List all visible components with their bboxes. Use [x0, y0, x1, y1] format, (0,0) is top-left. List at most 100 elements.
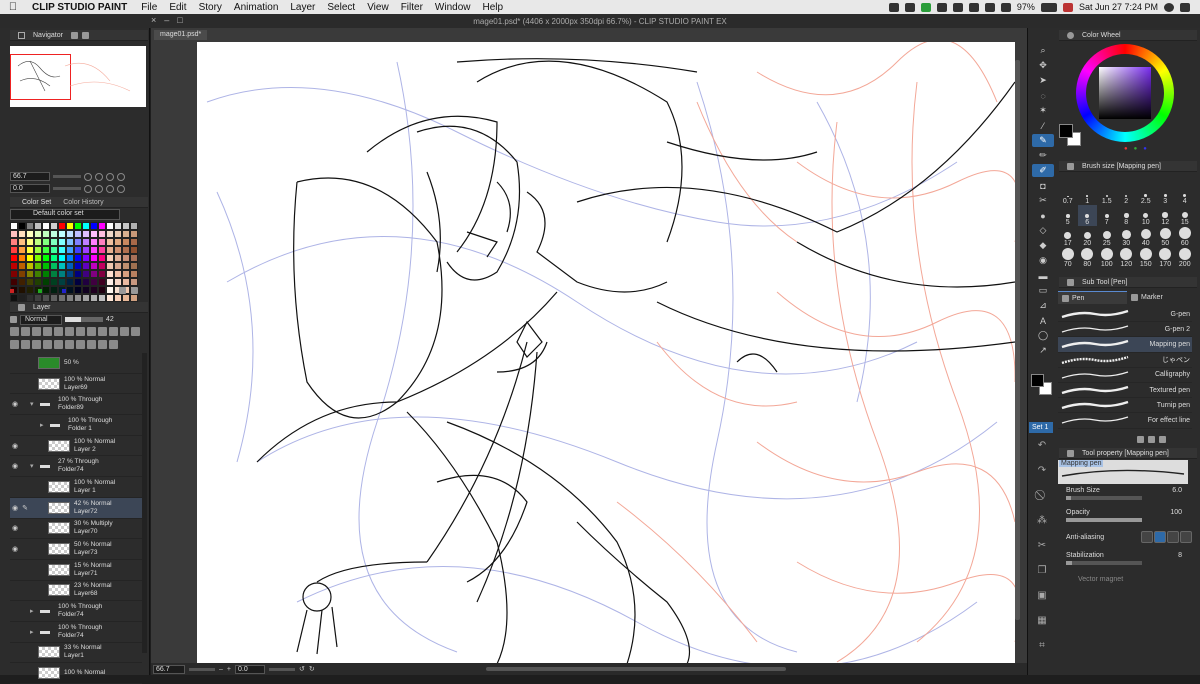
zoom-slider-bar[interactable]: [189, 667, 215, 671]
canvas-angle-field[interactable]: 0.0: [235, 664, 265, 674]
palette-swatch[interactable]: [106, 278, 114, 286]
palette-swatch[interactable]: [18, 222, 26, 230]
decoration-tool-icon[interactable]: ✂: [1032, 194, 1054, 207]
palette-swatch[interactable]: [98, 270, 106, 278]
palette-swatch[interactable]: [34, 254, 42, 262]
brush-size-option[interactable]: 200: [1175, 247, 1195, 268]
palette-swatch[interactable]: [18, 278, 26, 286]
palette-swatch[interactable]: [50, 262, 58, 270]
palette-swatch[interactable]: [106, 270, 114, 278]
tab-brush-size[interactable]: Brush size [Mapping pen]: [1078, 163, 1165, 170]
palette-swatch[interactable]: [58, 278, 66, 286]
new-sub-tool-icon[interactable]: [1148, 436, 1155, 443]
layer-row[interactable]: 23 % Normal Layer68: [10, 581, 142, 602]
sub-tool-item[interactable]: じゃペン: [1058, 353, 1192, 368]
eye-icon[interactable]: ◉: [10, 442, 20, 450]
layer-scrollbar[interactable]: [142, 353, 147, 653]
tab-pen[interactable]: Pen: [1058, 291, 1127, 304]
list-icon[interactable]: [120, 327, 129, 336]
sub-tool-item[interactable]: G-pen 2: [1058, 322, 1192, 338]
tab-color-set[interactable]: Color Set: [18, 199, 55, 206]
rotate-right-icon[interactable]: [95, 184, 103, 193]
layer-row[interactable]: ◉ ▾ ▬ 27 % Through Folder74: [10, 456, 142, 478]
tab-marker[interactable]: Marker: [1127, 291, 1196, 304]
palette-swatch[interactable]: [82, 246, 90, 254]
palette-swatch[interactable]: [50, 278, 58, 286]
palette-swatch[interactable]: [10, 254, 18, 262]
split-icon[interactable]: [131, 327, 140, 336]
palette-swatch[interactable]: [66, 270, 74, 278]
palette-swatch[interactable]: [42, 222, 50, 230]
tab-color-wheel[interactable]: Color Wheel: [1078, 32, 1125, 39]
brush-size-option[interactable]: 6: [1077, 205, 1097, 226]
color-set-select[interactable]: Default color set: [10, 209, 120, 220]
opacity-value[interactable]: 42: [106, 316, 114, 323]
tool-set-label[interactable]: Set 1: [1029, 422, 1053, 433]
palette-swatch[interactable]: [114, 222, 122, 230]
opacity-value-prop[interactable]: 100: [1170, 509, 1182, 516]
palette-swatch[interactable]: [98, 278, 106, 286]
search-icon[interactable]: [1164, 2, 1174, 12]
aa-weak[interactable]: [1154, 531, 1166, 543]
palette-swatch[interactable]: [10, 222, 18, 230]
correct-line-tool-icon[interactable]: ↗: [1032, 344, 1054, 357]
palette-swatch[interactable]: [34, 262, 42, 270]
palette-swatch[interactable]: [10, 278, 18, 286]
palette-swatch[interactable]: [106, 294, 114, 302]
palette-swatch[interactable]: [82, 294, 90, 302]
brush-size-option[interactable]: 20: [1078, 226, 1098, 247]
menu-file[interactable]: File: [135, 2, 163, 13]
apple-icon[interactable]: : [0, 1, 26, 13]
palette-swatch[interactable]: [114, 278, 122, 286]
brush-size-bar[interactable]: [1066, 496, 1142, 500]
add-mask-icon[interactable]: [76, 340, 85, 349]
frame-tool-icon[interactable]: ▭: [1032, 284, 1054, 297]
main-color-swatch[interactable]: [1031, 374, 1053, 396]
folder-toggle-icon[interactable]: ▾: [30, 462, 38, 470]
opacity-property[interactable]: Opacity 100: [1066, 509, 1192, 522]
palette-swatch[interactable]: [34, 246, 42, 254]
line-icon[interactable]: [920, 2, 931, 12]
palette-swatch[interactable]: [106, 238, 114, 246]
palette-swatch[interactable]: [10, 246, 18, 254]
brush-size-option[interactable]: 120: [1117, 247, 1137, 268]
palette-swatch[interactable]: [34, 230, 42, 238]
layer-row[interactable]: 100 % Normal Layer 1: [10, 477, 142, 498]
brush-size-option[interactable]: 2: [1117, 184, 1137, 205]
palette-swatch[interactable]: [114, 270, 122, 278]
cut-icon[interactable]: ✂: [1038, 540, 1046, 551]
aa-strong[interactable]: [1180, 531, 1192, 543]
layer-row[interactable]: ▸ ▬ 100 % Through Folder74: [10, 622, 142, 643]
palette-swatch[interactable]: [50, 230, 58, 238]
palette-swatch[interactable]: [66, 254, 74, 262]
palette-swatch[interactable]: [122, 270, 130, 278]
dropbox-icon[interactable]: [904, 2, 915, 12]
brush-size-option[interactable]: 17: [1058, 226, 1078, 247]
sub-tool-item[interactable]: Mapping pen: [1058, 337, 1192, 353]
palette-swatch[interactable]: [90, 246, 98, 254]
brush-size-option[interactable]: 15: [1175, 205, 1195, 226]
sub-tool-item[interactable]: G-pen: [1058, 307, 1192, 323]
brush-size-option[interactable]: 2.5: [1136, 184, 1156, 205]
palette-swatch[interactable]: [10, 294, 18, 302]
palette-swatch[interactable]: [50, 238, 58, 246]
palette-swatch[interactable]: [90, 238, 98, 246]
palette-swatch[interactable]: [42, 270, 50, 278]
wifi-icon[interactable]: [984, 2, 995, 12]
palette-swatch[interactable]: [122, 238, 130, 246]
canvas-vertical-scrollbar[interactable]: [1015, 60, 1020, 620]
dots-icon[interactable]: [968, 2, 979, 12]
palette-swatch[interactable]: [106, 230, 114, 238]
palette-swatch[interactable]: [10, 238, 18, 246]
layer-row[interactable]: 50 %: [10, 353, 142, 374]
palette-settings-icon[interactable]: [131, 287, 138, 294]
mask-icon[interactable]: [98, 327, 107, 336]
brush-size-option[interactable]: 4: [1175, 184, 1195, 205]
copy-sub-tool-icon[interactable]: [1137, 436, 1144, 443]
layer-row[interactable]: 15 % Normal Layer71: [10, 560, 142, 581]
navigator-preview[interactable]: [10, 46, 146, 107]
zoom-slider[interactable]: [53, 175, 81, 178]
palette-swatch[interactable]: [58, 230, 66, 238]
fill-tool-icon[interactable]: ◆: [1032, 239, 1054, 252]
lock-transparent-icon[interactable]: [21, 327, 30, 336]
